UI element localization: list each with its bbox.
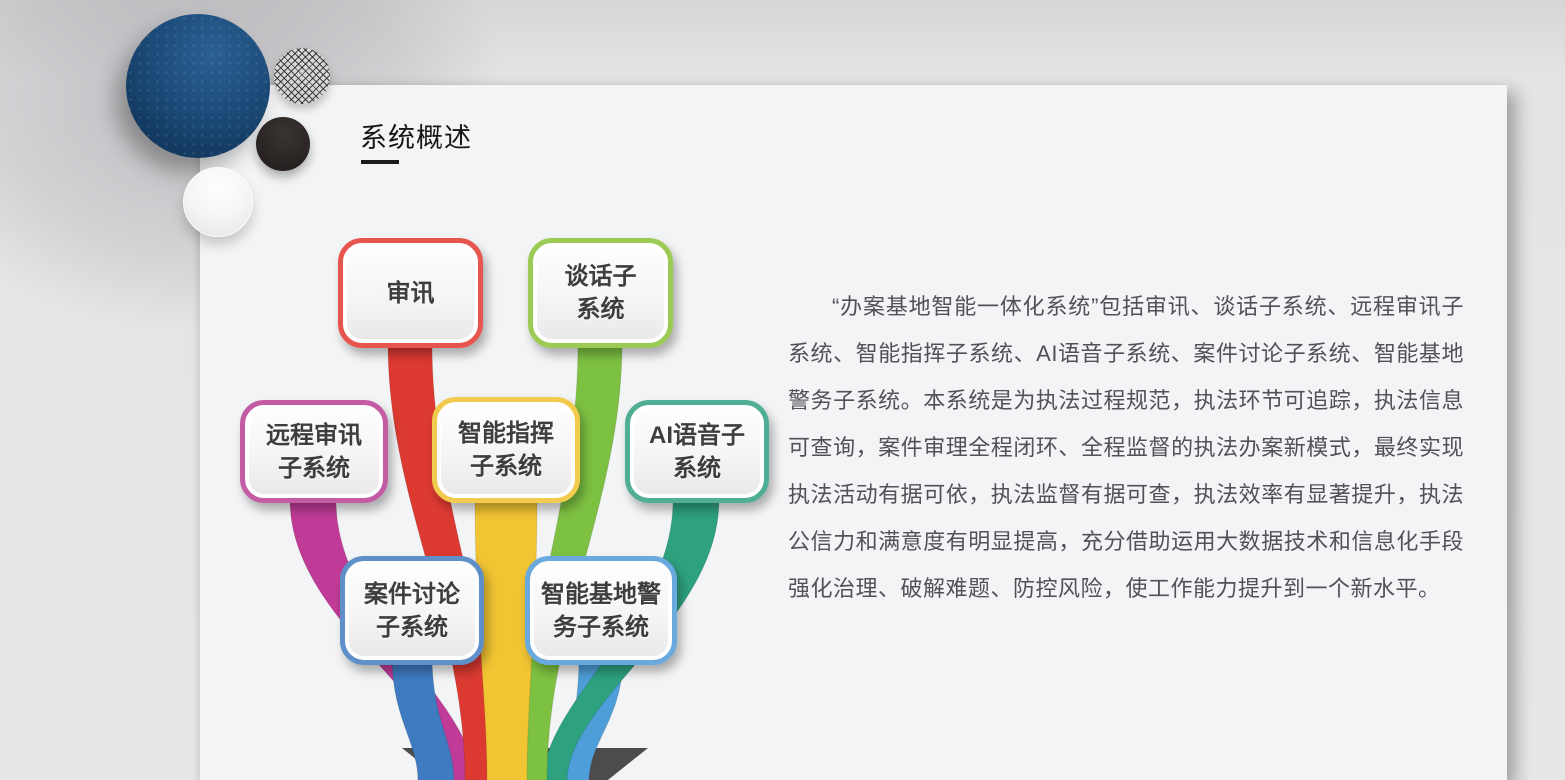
decor-circle-white [183,167,253,237]
decor-circle-hatched [274,48,330,104]
decor-circle-blue [126,14,270,158]
box-label-line: 子系统 [376,611,448,644]
subsystem-box-remote-interrogation: 远程审讯 子系统 [240,400,388,503]
box-label-line: 智能基地警 [541,578,661,611]
box-label-line: 子系统 [278,452,350,485]
box-label-line: 案件讨论 [364,578,460,611]
subsystem-box-ai-voice: AI语音子 系统 [625,400,769,503]
subsystem-box-talk: 谈话子 系统 [528,238,673,348]
subsystem-box-smart-base-policing: 智能基地警 务子系统 [525,556,677,665]
box-label-line: AI语音子 [649,419,745,452]
description-paragraph: “办案基地智能一体化系统”包括审讯、谈话子系统、远程审讯子系统、智能指挥子系统、… [788,283,1464,612]
box-label-line: 智能指挥 [458,417,554,450]
subsystem-box-case-discussion: 案件讨论 子系统 [340,556,484,665]
box-label-line: 子系统 [470,450,542,483]
box-label-line: 系统 [577,293,625,326]
page-title: 系统概述 [360,116,472,155]
box-label-line: 务子系统 [553,611,649,644]
box-label-line: 系统 [673,452,721,485]
slide-background: 系统概述 审讯 谈话子 系统 远程审讯 子系统 智能指挥 子系统 AI语音子 系… [0,0,1565,780]
box-label-line: 审讯 [387,277,435,310]
subsystem-box-interrogation: 审讯 [338,238,483,348]
title-underline [361,160,399,164]
box-label-line: 远程审讯 [266,419,362,452]
subsystem-box-smart-command: 智能指挥 子系统 [432,397,580,503]
box-label-line: 谈话子 [565,260,637,293]
decor-circle-black [256,117,310,171]
